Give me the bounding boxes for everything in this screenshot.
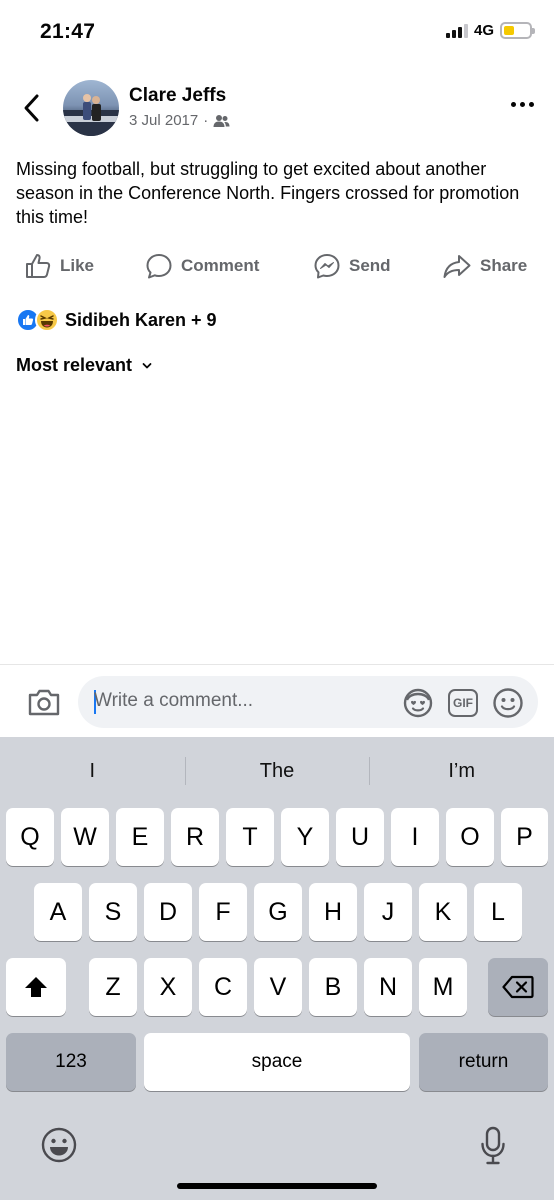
key-u[interactable]: U (336, 808, 384, 866)
chevron-left-icon (24, 94, 39, 122)
backspace-icon (502, 975, 534, 999)
reactions-summary[interactable]: Sidibeh Karen + 9 (16, 308, 217, 332)
key-h[interactable]: H (309, 883, 357, 941)
camera-button[interactable] (27, 687, 61, 722)
prediction-2[interactable]: The (184, 745, 370, 797)
key-t[interactable]: T (226, 808, 274, 866)
key-q[interactable]: Q (6, 808, 54, 866)
status-bar: 21:47 4G (0, 0, 554, 66)
space-key[interactable]: space (144, 1033, 410, 1091)
camera-icon (28, 689, 60, 716)
thumbs-up-icon (26, 254, 51, 278)
signal-icon (445, 23, 468, 38)
network-type: 4G (473, 22, 494, 39)
status-time: 21:47 (40, 20, 96, 43)
avatar[interactable] (63, 80, 119, 136)
author-name[interactable]: Clare Jeffs (129, 85, 226, 107)
emoji-keyboard-button[interactable] (40, 1126, 78, 1169)
microphone-icon (481, 1126, 505, 1165)
key-a[interactable]: A (34, 883, 82, 941)
predictive-bar: I The I’m (0, 745, 554, 797)
share-button[interactable]: Share (442, 252, 527, 280)
key-n[interactable]: N (364, 958, 412, 1016)
comment-sort-dropdown[interactable]: Most relevant (16, 355, 152, 376)
post-date[interactable]: 3 Jul 2017 (129, 112, 198, 129)
key-d[interactable]: D (144, 883, 192, 941)
prediction-1[interactable]: I (0, 745, 185, 797)
dictation-button[interactable] (480, 1126, 506, 1171)
send-button[interactable]: Send (313, 252, 391, 280)
meta-separator: · (203, 112, 209, 129)
key-y[interactable]: Y (281, 808, 329, 866)
emoji-keyboard-icon (41, 1127, 77, 1163)
like-button[interactable]: Like (24, 252, 94, 280)
key-m[interactable]: M (419, 958, 467, 1016)
share-label: Share (480, 256, 528, 275)
prediction-3[interactable]: I’m (369, 745, 554, 797)
keyboard: I The I’m Q W E R T Y U I O P A S D F G … (0, 737, 554, 1200)
avatar-sticker-icon[interactable] (402, 687, 434, 719)
friends-icon (213, 114, 230, 127)
key-r[interactable]: R (171, 808, 219, 866)
reactions-text: Sidibeh Karen + 9 (65, 309, 217, 330)
more-options-button[interactable] (511, 102, 534, 107)
key-e[interactable]: E (116, 808, 164, 866)
delete-key[interactable] (488, 958, 548, 1016)
post-text: Missing football, but struggling to get … (16, 159, 520, 227)
key-z[interactable]: Z (89, 958, 137, 1016)
comment-bubble-icon (146, 254, 172, 279)
status-indicators: 4G (445, 22, 535, 39)
key-p[interactable]: P (501, 808, 548, 866)
comment-composer: Write a comment... GIF (0, 664, 554, 737)
post-actions: Like Comment Send Share (0, 248, 554, 288)
key-x[interactable]: X (144, 958, 192, 1016)
key-j[interactable]: J (364, 883, 412, 941)
chevron-down-icon (142, 362, 152, 368)
key-v[interactable]: V (254, 958, 302, 1016)
emoji-icon[interactable] (492, 687, 524, 719)
comment-button[interactable]: Comment (145, 252, 259, 280)
home-indicator (177, 1183, 377, 1189)
key-i[interactable]: I (391, 808, 439, 866)
shift-arrow-icon (25, 977, 47, 997)
battery-icon (500, 22, 535, 39)
key-b[interactable]: B (309, 958, 357, 1016)
comment-label: Comment (181, 256, 260, 275)
haha-reaction-icon (35, 308, 59, 332)
back-button[interactable] (18, 90, 48, 126)
post-header: Clare Jeffs 3 Jul 2017 · (0, 74, 554, 142)
key-l[interactable]: L (474, 883, 522, 941)
key-k[interactable]: K (419, 883, 467, 941)
key-w[interactable]: W (61, 808, 109, 866)
key-o[interactable]: O (446, 808, 494, 866)
send-label: Send (349, 256, 391, 275)
messenger-icon (314, 254, 340, 279)
key-s[interactable]: S (89, 883, 137, 941)
post-meta: 3 Jul 2017 · (129, 112, 230, 129)
key-g[interactable]: G (254, 883, 302, 941)
shift-key[interactable] (6, 958, 66, 1016)
like-label: Like (60, 256, 95, 275)
gif-button[interactable]: GIF (448, 689, 478, 717)
comment-input[interactable]: Write a comment... GIF (78, 676, 538, 728)
share-arrow-icon (443, 255, 471, 278)
gif-label: GIF (453, 696, 473, 710)
key-c[interactable]: C (199, 958, 247, 1016)
composer-icons: GIF (402, 687, 524, 719)
return-key[interactable]: return (419, 1033, 548, 1091)
key-f[interactable]: F (199, 883, 247, 941)
numbers-key[interactable]: 123 (6, 1033, 136, 1091)
comment-placeholder: Write a comment... (94, 690, 254, 711)
sort-label: Most relevant (16, 355, 133, 375)
